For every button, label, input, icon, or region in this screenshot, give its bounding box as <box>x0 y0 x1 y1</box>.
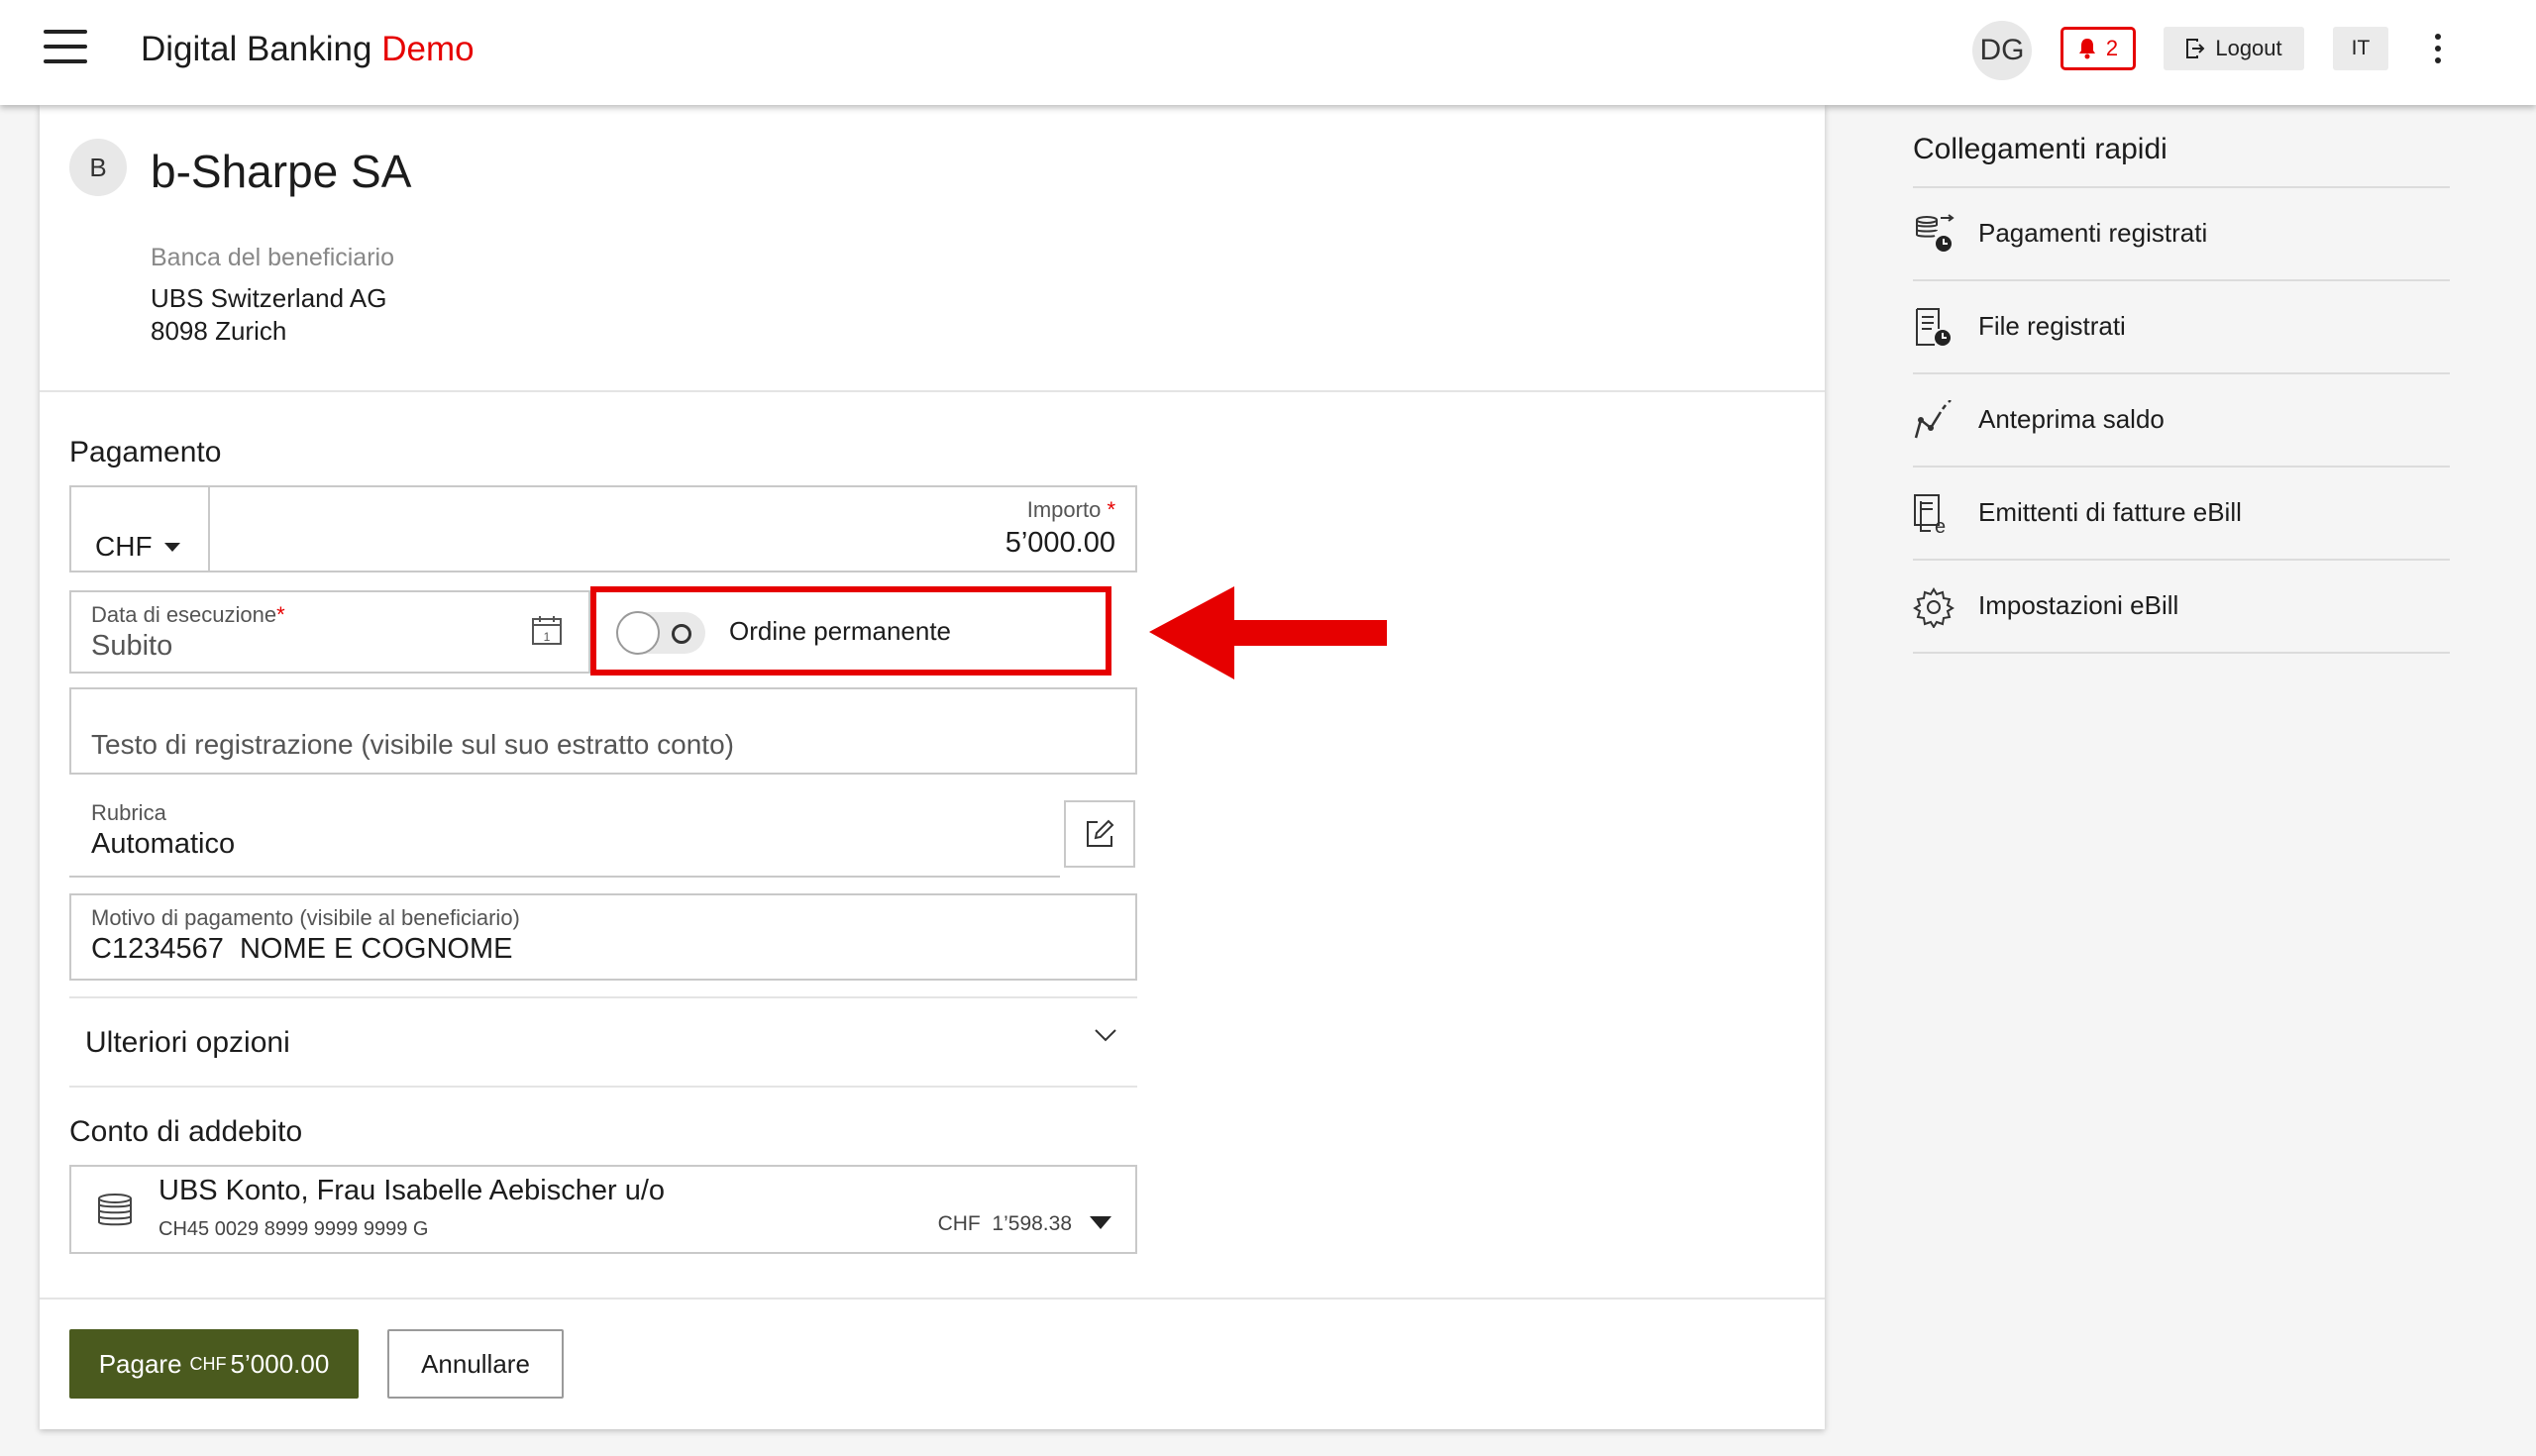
amount-label-wrap: Importo * <box>1027 497 1115 523</box>
quick-link-label: Pagamenti registrati <box>1978 218 2208 248</box>
arrow-icon <box>1149 586 1387 679</box>
standing-order-label: Ordine permanente <box>729 616 952 646</box>
language-label: IT <box>2351 37 2371 59</box>
quick-link-ebill-settings[interactable]: Impostazioni eBill <box>1913 561 2450 652</box>
account-balance-value: 1’598.38 <box>992 1212 1072 1235</box>
booking-text-field[interactable]: Testo di registrazione (visibile sul suo… <box>69 687 1137 775</box>
date-label: Data di esecuzione <box>91 602 277 627</box>
date-label-wrap: Data di esecuzione* <box>91 602 285 628</box>
cancel-button[interactable]: Annullare <box>387 1329 564 1399</box>
notifications-button[interactable]: 2 <box>2060 27 2136 70</box>
quick-links-title: Collegamenti rapidi <box>1913 133 2167 165</box>
standing-order-highlight: Ordine permanente <box>590 586 1111 676</box>
divider <box>40 1298 1825 1300</box>
payment-card: B b-Sharpe SA Banca del beneficiario UBS… <box>40 105 1825 1429</box>
top-bar: Digital Banking Demo DG 2 Logout IT <box>0 0 2536 105</box>
pay-label: Pagare <box>98 1348 182 1379</box>
more-options-expander[interactable]: Ulteriori opzioni <box>69 996 1137 1088</box>
currency-select[interactable]: CHF <box>71 487 210 571</box>
caret-down-icon <box>164 543 180 552</box>
debit-account-select[interactable]: UBS Konto, Frau Isabelle Aebischer u/o C… <box>69 1165 1137 1254</box>
amount-value: 5’000.00 <box>1004 527 1115 559</box>
pay-currency: CHF <box>189 1353 227 1374</box>
divider <box>1913 652 2450 654</box>
reason-label: Motivo di pagamento (visibile al benefic… <box>91 905 520 930</box>
quick-link-label: Emittenti di fatture eBill <box>1978 497 2242 527</box>
logout-icon <box>2186 39 2205 58</box>
quick-link-label: Anteprima saldo <box>1978 404 2165 434</box>
beneficiary-name: b-Sharpe SA <box>151 146 412 197</box>
language-button[interactable]: IT <box>2333 27 2388 70</box>
notification-count: 2 <box>2105 36 2119 60</box>
svg-text:1: 1 <box>544 630 551 644</box>
toggle-knob <box>616 611 660 655</box>
balance-preview-icon <box>1914 400 1952 439</box>
saved-payments-icon <box>1916 214 1955 252</box>
cancel-label: Annullare <box>421 1348 530 1379</box>
bell-icon <box>2078 39 2095 59</box>
svg-text:e: e <box>1935 516 1946 535</box>
brand-main: Digital Banking <box>141 30 372 68</box>
pay-button[interactable]: Pagare CHF 5’000.00 <box>69 1329 359 1399</box>
caret-down-icon <box>1090 1216 1111 1229</box>
account-currency: CHF <box>937 1212 981 1235</box>
beneficiary-initial: B <box>89 152 107 182</box>
saved-files-icon <box>1916 308 1951 346</box>
quick-link-ebill-issuers[interactable]: e Emittenti di fatture eBill <box>1913 468 2450 559</box>
amount-input[interactable]: Importo * 5’000.00 <box>212 487 1135 571</box>
address-book-field: Rubrica Automatico <box>69 790 1060 878</box>
app-title: Digital Banking Demo <box>141 30 475 69</box>
edit-address-book-button[interactable] <box>1064 800 1135 868</box>
user-avatar[interactable]: DG <box>1972 21 2032 80</box>
payment-section-title: Pagamento <box>69 436 222 468</box>
account-name: UBS Konto, Frau Isabelle Aebischer u/o <box>158 1175 666 1206</box>
logout-button[interactable]: Logout <box>2164 27 2304 70</box>
brand-accent: Demo <box>381 30 475 68</box>
payment-reason-field[interactable]: Motivo di pagamento (visibile al benefic… <box>69 893 1137 981</box>
address-book-label: Rubrica <box>91 800 166 825</box>
more-options-label: Ulteriori opzioni <box>85 1026 290 1059</box>
booking-text-placeholder: Testo di registrazione (visibile sul suo… <box>91 729 734 760</box>
more-menu-icon[interactable] <box>2432 34 2444 63</box>
quick-link-saved-payments[interactable]: Pagamenti registrati <box>1913 188 2450 279</box>
divider <box>40 390 1825 392</box>
beneficiary-avatar: B <box>69 139 127 196</box>
chevron-down-icon <box>1095 1029 1116 1042</box>
address-book-value: Automatico <box>91 828 236 860</box>
standing-order-toggle[interactable] <box>616 611 705 655</box>
date-value: Subito <box>91 630 173 662</box>
calendar-icon[interactable]: 1 <box>531 614 563 646</box>
toggle-off-icon <box>672 624 691 644</box>
quick-link-balance-preview[interactable]: Anteprima saldo <box>1913 374 2450 466</box>
ebill-issuers-icon: e <box>1914 494 1946 535</box>
amount-field: CHF Importo * 5’000.00 <box>69 485 1137 572</box>
gear-icon <box>1913 587 1955 628</box>
edit-icon <box>1087 819 1114 847</box>
reason-value: C1234567 NOME E COGNOME <box>91 933 513 965</box>
beneficiary-bank-name: UBS Switzerland AG <box>151 283 387 313</box>
currency-value: CHF <box>95 531 153 562</box>
logout-label: Logout <box>2215 36 2282 60</box>
quick-link-label: Impostazioni eBill <box>1978 590 2179 620</box>
execution-date-field[interactable]: Data di esecuzione* Subito 1 <box>69 590 590 674</box>
user-initials: DG <box>1979 34 2025 66</box>
coins-icon <box>98 1194 132 1226</box>
menu-icon[interactable] <box>44 30 87 63</box>
pay-amount: 5’000.00 <box>230 1348 330 1379</box>
amount-required-mark: * <box>1107 497 1115 522</box>
account-iban: CH45 0029 8999 9999 9999 G <box>158 1218 429 1240</box>
beneficiary-bank-label: Banca del beneficiario <box>151 244 394 271</box>
quick-link-label: File registrati <box>1978 311 2126 341</box>
debit-account-title: Conto di addebito <box>69 1115 303 1148</box>
quick-link-saved-files[interactable]: File registrati <box>1913 281 2450 372</box>
account-balance: CHF 1’598.38 <box>938 1212 1072 1236</box>
date-required-mark: * <box>276 602 285 627</box>
beneficiary-bank-city: 8098 Zurich <box>151 316 287 346</box>
amount-label: Importo <box>1026 497 1102 522</box>
